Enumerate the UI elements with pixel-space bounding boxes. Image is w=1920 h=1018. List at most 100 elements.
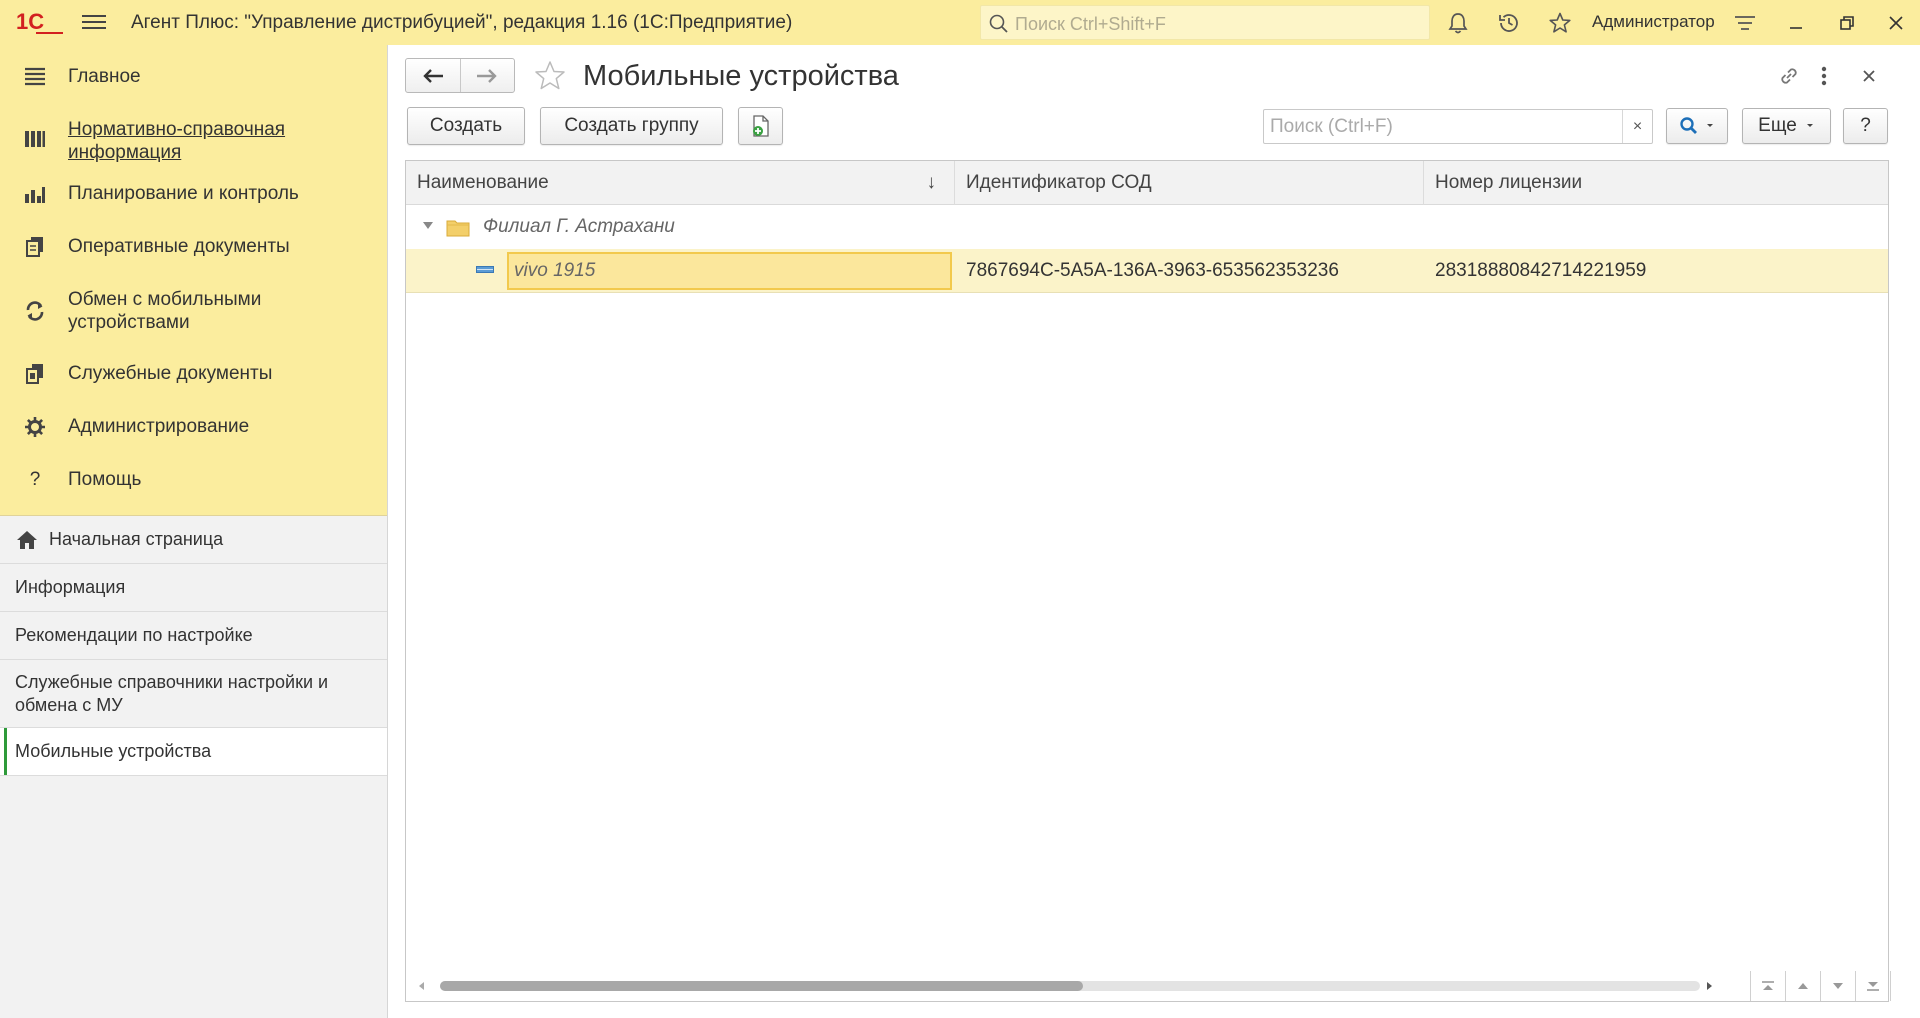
- page-title: Мобильные устройства: [583, 60, 899, 92]
- back-arrow-icon[interactable]: [406, 59, 460, 92]
- nav-setup-recommendations[interactable]: Рекомендации по настройке: [0, 612, 387, 660]
- more-actions-label: Еще: [1758, 115, 1797, 136]
- column-label: Наименование: [417, 172, 549, 193]
- add-file-icon: [752, 115, 769, 137]
- service-docs-icon: [22, 361, 48, 387]
- cell-name[interactable]: vivo 1915: [507, 252, 952, 290]
- 1c-logo[interactable]: 1С: [16, 9, 64, 35]
- question-icon: ?: [29, 469, 41, 490]
- help-button[interactable]: ?: [1843, 108, 1888, 144]
- close-window-icon[interactable]: [1882, 9, 1910, 37]
- section-label: Обмен с мобильными устройствами: [68, 289, 262, 333]
- more-actions-button[interactable]: Еще: [1742, 108, 1831, 144]
- settings-lines-icon[interactable]: [1731, 9, 1759, 37]
- gear-icon: [22, 414, 48, 440]
- forward-arrow-icon[interactable]: [459, 59, 515, 92]
- search-input[interactable]: [1264, 110, 1619, 143]
- section-label: Помощь: [68, 469, 142, 490]
- chevron-down-icon: [1707, 124, 1713, 127]
- list-navigation-buttons: [1750, 971, 1891, 1001]
- section-service-docs[interactable]: Служебные документы: [0, 350, 387, 403]
- section-label: Администрирование: [68, 416, 250, 437]
- go-to-last-icon[interactable]: [1856, 971, 1891, 1001]
- cell-sod-id[interactable]: 7867694C-5A5A-136A-3963-653562353236: [966, 249, 1339, 293]
- section-label: Планирование и контроль: [68, 183, 299, 204]
- current-user[interactable]: Администратор: [1592, 12, 1715, 32]
- column-header-license[interactable]: Номер лицензии: [1423, 161, 1888, 205]
- search-icon: [1680, 117, 1697, 134]
- menu-lines-icon: [22, 64, 48, 90]
- global-search[interactable]: Поиск Ctrl+Shift+F: [980, 5, 1430, 40]
- nav-label: Информация: [15, 577, 126, 597]
- create-group-button[interactable]: Создать группу: [540, 107, 723, 145]
- restore-window-icon[interactable]: [1833, 9, 1861, 37]
- section-mobile-exchange[interactable]: Обмен с мобильными устройствами: [0, 276, 387, 350]
- devices-table: Наименование ↓ Идентификатор СОД Номер л…: [405, 160, 1891, 1002]
- table-row[interactable]: vivo 1915 7867694C-5A5A-136A-3963-653562…: [406, 249, 1888, 293]
- nav-label: Мобильные устройства: [15, 741, 212, 761]
- column-header-sod-id[interactable]: Идентификатор СОД: [954, 161, 1423, 205]
- nav-service-catalogs[interactable]: Служебные справочники настройки и обмена…: [0, 660, 387, 728]
- chevron-down-icon: [1806, 124, 1813, 127]
- favorites-star-icon[interactable]: [1546, 9, 1574, 37]
- documents-icon: [22, 234, 48, 260]
- catalog-item-icon: [476, 266, 494, 273]
- history-icon[interactable]: [1495, 9, 1523, 37]
- minimize-icon[interactable]: [1782, 9, 1810, 37]
- sync-icon: [22, 298, 48, 324]
- section-main[interactable]: Главное: [0, 53, 387, 106]
- add-to-favorites-star-icon[interactable]: [533, 59, 567, 93]
- nav-information[interactable]: Информация: [0, 564, 387, 612]
- svg-text:1С: 1С: [16, 9, 44, 34]
- history-navigation: [405, 58, 515, 93]
- section-label: Оперативные документы: [68, 236, 290, 257]
- scroll-left-icon[interactable]: [419, 982, 424, 990]
- clear-search-button[interactable]: ×: [1622, 110, 1652, 143]
- section-reference-info[interactable]: Нормативно-справочная информация: [0, 106, 387, 170]
- go-to-first-icon[interactable]: [1751, 971, 1786, 1001]
- nav-home-page[interactable]: Начальная страница: [0, 516, 387, 564]
- nav-mobile-devices[interactable]: Мобильные устройства: [0, 728, 387, 776]
- folder-icon: [446, 220, 470, 237]
- section-planning[interactable]: Планирование и контроль: [0, 170, 387, 223]
- main-menu-icon[interactable]: [82, 12, 106, 32]
- create-button[interactable]: Создать: [407, 107, 525, 145]
- scrollbar-thumb[interactable]: [440, 981, 1083, 991]
- global-search-placeholder: Поиск Ctrl+Shift+F: [1015, 14, 1166, 34]
- copy-document-button[interactable]: [738, 107, 783, 145]
- form-area: Мобильные устройства Создать Создать гру…: [389, 45, 1920, 1018]
- table-row-group[interactable]: Филиал Г. Астрахани: [406, 205, 1888, 249]
- go-up-icon[interactable]: [1786, 971, 1821, 1001]
- close-form-icon[interactable]: [1854, 61, 1884, 91]
- home-icon: [17, 531, 37, 549]
- table-header: Наименование ↓ Идентификатор СОД Номер л…: [406, 161, 1888, 205]
- section-help[interactable]: ? Помощь: [0, 456, 387, 509]
- bell-icon[interactable]: [1444, 9, 1472, 37]
- bar-chart-icon: [22, 181, 48, 207]
- go-down-icon[interactable]: [1821, 971, 1856, 1001]
- app-title: Агент Плюс: "Управление дистрибуцией", р…: [131, 12, 793, 33]
- search-options-button[interactable]: [1666, 108, 1728, 144]
- scrollbar-track[interactable]: [440, 981, 1700, 991]
- nav-label: Рекомендации по настройке: [15, 625, 253, 645]
- expand-toggle-icon[interactable]: [423, 222, 433, 229]
- link-icon[interactable]: [1774, 61, 1804, 91]
- column-header-name[interactable]: Наименование ↓: [406, 161, 954, 205]
- book-icon: [22, 126, 48, 152]
- list-search-field[interactable]: ×: [1263, 109, 1653, 144]
- nav-label: Начальная страница: [49, 529, 224, 549]
- section-label: Нормативно-справочная информация: [68, 119, 286, 163]
- section-administration[interactable]: Администрирование: [0, 403, 387, 456]
- cell-license[interactable]: 28318880842714221959: [1435, 249, 1646, 293]
- sidebar: Главное Нормативно-справочная информация…: [0, 45, 388, 1018]
- title-bar: 1С Агент Плюс: "Управление дистрибуцией"…: [0, 0, 1920, 45]
- group-name: Филиал Г. Астрахани: [483, 216, 675, 237]
- scroll-right-icon[interactable]: [1707, 982, 1712, 990]
- nav-label: Служебные справочники настройки и обмена…: [15, 671, 329, 715]
- more-vertical-icon[interactable]: [1809, 61, 1839, 91]
- search-icon: [989, 14, 1008, 33]
- sort-descending-icon: ↓: [926, 172, 937, 193]
- section-label: Главное: [68, 66, 141, 87]
- section-operational-docs[interactable]: Оперативные документы: [0, 223, 387, 276]
- section-label: Служебные документы: [68, 363, 273, 384]
